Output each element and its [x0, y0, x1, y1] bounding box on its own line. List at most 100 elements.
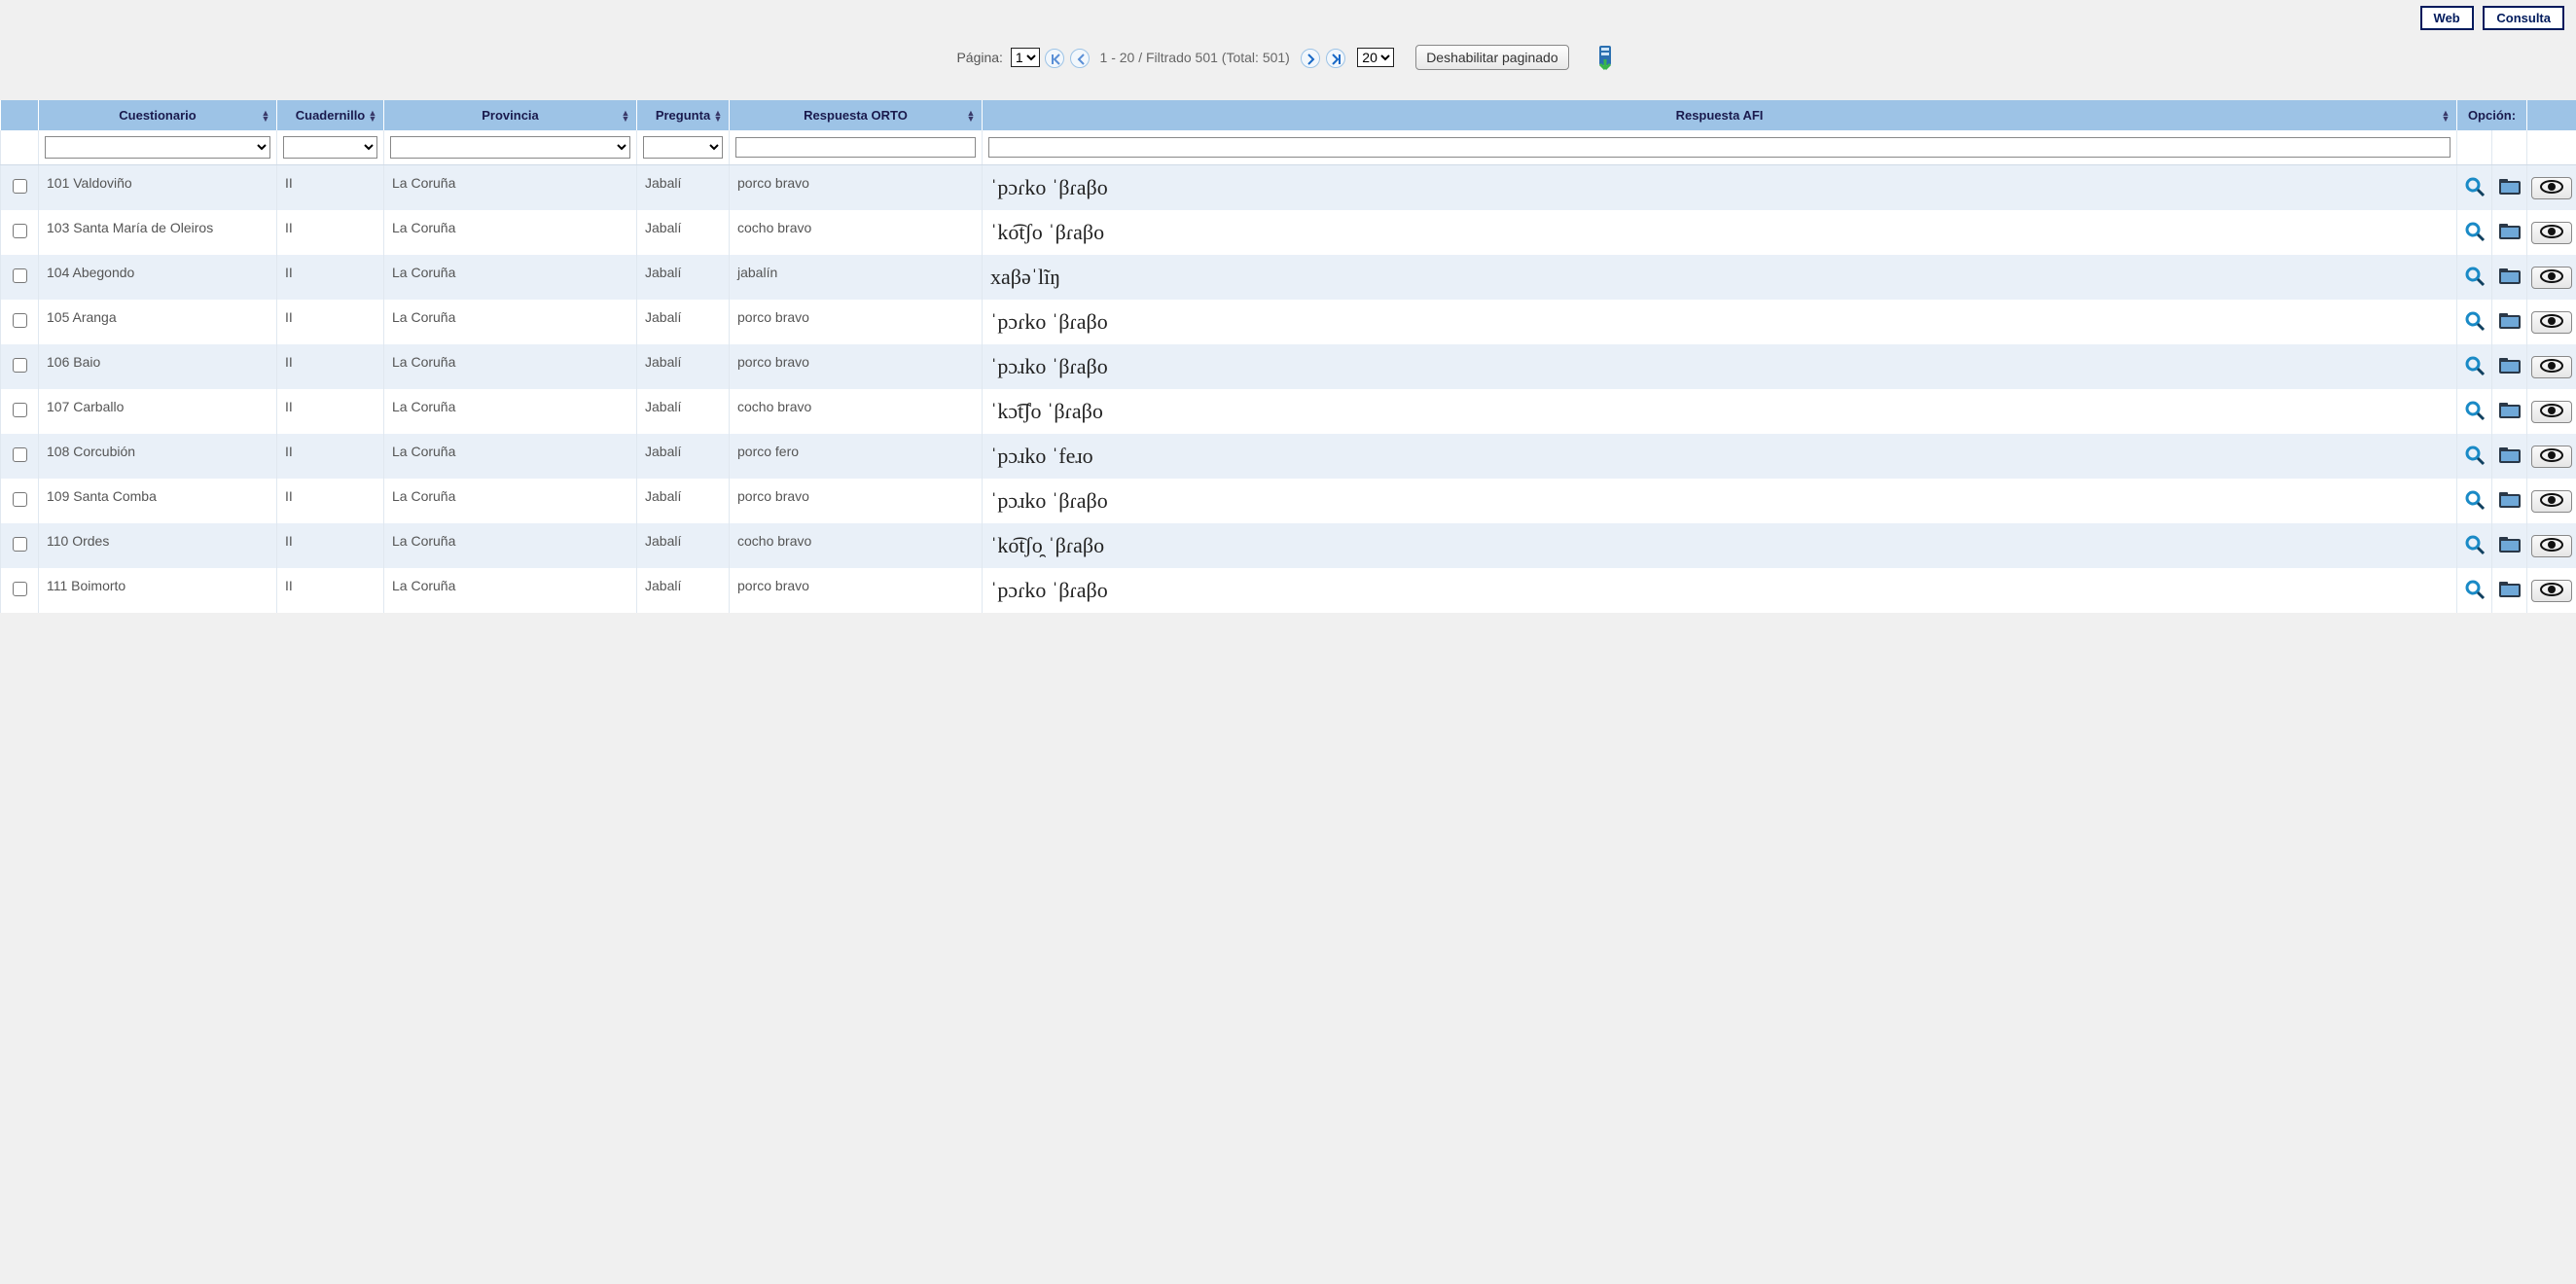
table-row: 105 ArangaIILa CoruñaJabalíporco bravoˈp…	[1, 300, 2576, 344]
magnifier-icon[interactable]	[2464, 489, 2486, 514]
magnifier-icon[interactable]	[2464, 400, 2486, 424]
cell-respuesta-orto: cocho bravo	[730, 389, 983, 434]
cell-cuestionario: 105 Aranga	[39, 300, 277, 344]
magnifier-icon[interactable]	[2464, 355, 2486, 379]
row-checkbox[interactable]	[13, 492, 27, 507]
sort-icon: ▲▼	[2441, 110, 2451, 122]
row-checkbox[interactable]	[13, 358, 27, 373]
cell-cuestionario: 103 Santa María de Oleiros	[39, 210, 277, 255]
eye-button[interactable]	[2531, 535, 2572, 557]
cell-respuesta-afi: ˈpɔɾko ˈβɾaβo	[983, 300, 2457, 344]
row-checkbox[interactable]	[13, 179, 27, 194]
cell-respuesta-orto: jabalín	[730, 255, 983, 300]
header-checkbox-col	[1, 100, 39, 130]
folder-icon[interactable]	[2498, 401, 2522, 423]
header-provincia[interactable]: Provincia ▲▼	[384, 100, 637, 130]
page-select[interactable]: 1	[1011, 48, 1040, 67]
row-checkbox[interactable]	[13, 582, 27, 596]
row-checkbox[interactable]	[13, 313, 27, 328]
web-link[interactable]: Web	[2420, 6, 2474, 30]
row-checkbox[interactable]	[13, 403, 27, 417]
cell-pregunta: Jabalí	[637, 568, 730, 613]
cell-provincia: La Coruña	[384, 165, 637, 211]
header-respuesta-afi-label: Respuesta AFI	[1676, 108, 1764, 123]
header-pregunta[interactable]: Pregunta ▲▼	[637, 100, 730, 130]
filter-provincia[interactable]	[390, 136, 630, 159]
cell-provincia: La Coruña	[384, 523, 637, 568]
folder-icon[interactable]	[2498, 222, 2522, 244]
magnifier-icon[interactable]	[2464, 445, 2486, 469]
magnifier-icon[interactable]	[2464, 534, 2486, 558]
eye-button[interactable]	[2531, 222, 2572, 244]
cell-pregunta: Jabalí	[637, 210, 730, 255]
eye-button[interactable]	[2531, 356, 2572, 378]
header-respuesta-afi[interactable]: Respuesta AFI ▲▼	[983, 100, 2457, 130]
eye-button[interactable]	[2531, 311, 2572, 334]
table-row: 107 CarballoIILa CoruñaJabalícocho bravo…	[1, 389, 2576, 434]
folder-icon[interactable]	[2498, 535, 2522, 557]
magnifier-icon[interactable]	[2464, 176, 2486, 200]
cell-cuestionario: 104 Abegondo	[39, 255, 277, 300]
cell-cuadernillo: II	[277, 479, 384, 523]
folder-icon[interactable]	[2498, 356, 2522, 378]
folder-icon[interactable]	[2498, 177, 2522, 199]
folder-icon[interactable]	[2498, 311, 2522, 334]
magnifier-icon[interactable]	[2464, 310, 2486, 335]
filter-opcion-1	[2457, 130, 2492, 165]
cell-cuestionario: 111 Boimorto	[39, 568, 277, 613]
results-table: Cuestionario ▲▼ Cuadernillo ▲▼ Provincia…	[0, 100, 2576, 613]
filter-cuestionario[interactable]	[45, 136, 270, 159]
table-row: 103 Santa María de OleirosIILa CoruñaJab…	[1, 210, 2576, 255]
cell-pregunta: Jabalí	[637, 165, 730, 211]
header-cuestionario-label: Cuestionario	[119, 108, 196, 123]
folder-icon[interactable]	[2498, 267, 2522, 289]
last-page-button[interactable]	[1326, 49, 1345, 68]
cell-cuadernillo: II	[277, 568, 384, 613]
consulta-link[interactable]: Consulta	[2483, 6, 2564, 30]
cell-cuestionario: 110 Ordes	[39, 523, 277, 568]
next-page-button[interactable]	[1301, 49, 1320, 68]
eye-button[interactable]	[2531, 177, 2572, 199]
eye-button[interactable]	[2531, 490, 2572, 513]
row-checkbox[interactable]	[13, 268, 27, 283]
cell-pregunta: Jabalí	[637, 255, 730, 300]
export-icon[interactable]	[1591, 44, 1620, 73]
cell-pregunta: Jabalí	[637, 479, 730, 523]
row-checkbox[interactable]	[13, 447, 27, 462]
filter-view	[2527, 130, 2576, 165]
folder-icon[interactable]	[2498, 580, 2522, 602]
folder-icon[interactable]	[2498, 490, 2522, 513]
cell-cuadernillo: II	[277, 344, 384, 389]
cell-respuesta-orto: porco bravo	[730, 479, 983, 523]
filter-respuesta-afi[interactable]	[988, 137, 2451, 158]
cell-cuestionario: 101 Valdoviño	[39, 165, 277, 211]
magnifier-icon[interactable]	[2464, 579, 2486, 603]
page-size-select[interactable]: 20	[1357, 48, 1394, 67]
magnifier-icon[interactable]	[2464, 266, 2486, 290]
sort-icon: ▲▼	[966, 110, 976, 122]
prev-page-button[interactable]	[1070, 49, 1090, 68]
filter-cuadernillo[interactable]	[283, 136, 377, 159]
filter-pregunta[interactable]	[643, 136, 723, 159]
cell-provincia: La Coruña	[384, 479, 637, 523]
eye-button[interactable]	[2531, 401, 2572, 423]
header-cuestionario[interactable]: Cuestionario ▲▼	[39, 100, 277, 130]
header-respuesta-orto[interactable]: Respuesta ORTO ▲▼	[730, 100, 983, 130]
first-page-button[interactable]	[1045, 49, 1064, 68]
disable-pagination-button[interactable]: Deshabilitar paginado	[1415, 45, 1568, 70]
eye-button[interactable]	[2531, 267, 2572, 289]
cell-respuesta-orto: porco bravo	[730, 568, 983, 613]
header-cuadernillo[interactable]: Cuadernillo ▲▼	[277, 100, 384, 130]
pager-bar: Página: 1 1 - 20 / Filtrado 501 (Total: …	[0, 30, 2576, 100]
eye-button[interactable]	[2531, 580, 2572, 602]
filter-respuesta-orto[interactable]	[735, 137, 976, 158]
cell-cuadernillo: II	[277, 165, 384, 211]
cell-cuadernillo: II	[277, 255, 384, 300]
row-checkbox[interactable]	[13, 224, 27, 238]
folder-icon[interactable]	[2498, 446, 2522, 468]
eye-button[interactable]	[2531, 446, 2572, 468]
cell-respuesta-afi: ˈpɔɾko ˈβɾaβo	[983, 165, 2457, 211]
cell-respuesta-orto: porco fero	[730, 434, 983, 479]
magnifier-icon[interactable]	[2464, 221, 2486, 245]
row-checkbox[interactable]	[13, 537, 27, 552]
